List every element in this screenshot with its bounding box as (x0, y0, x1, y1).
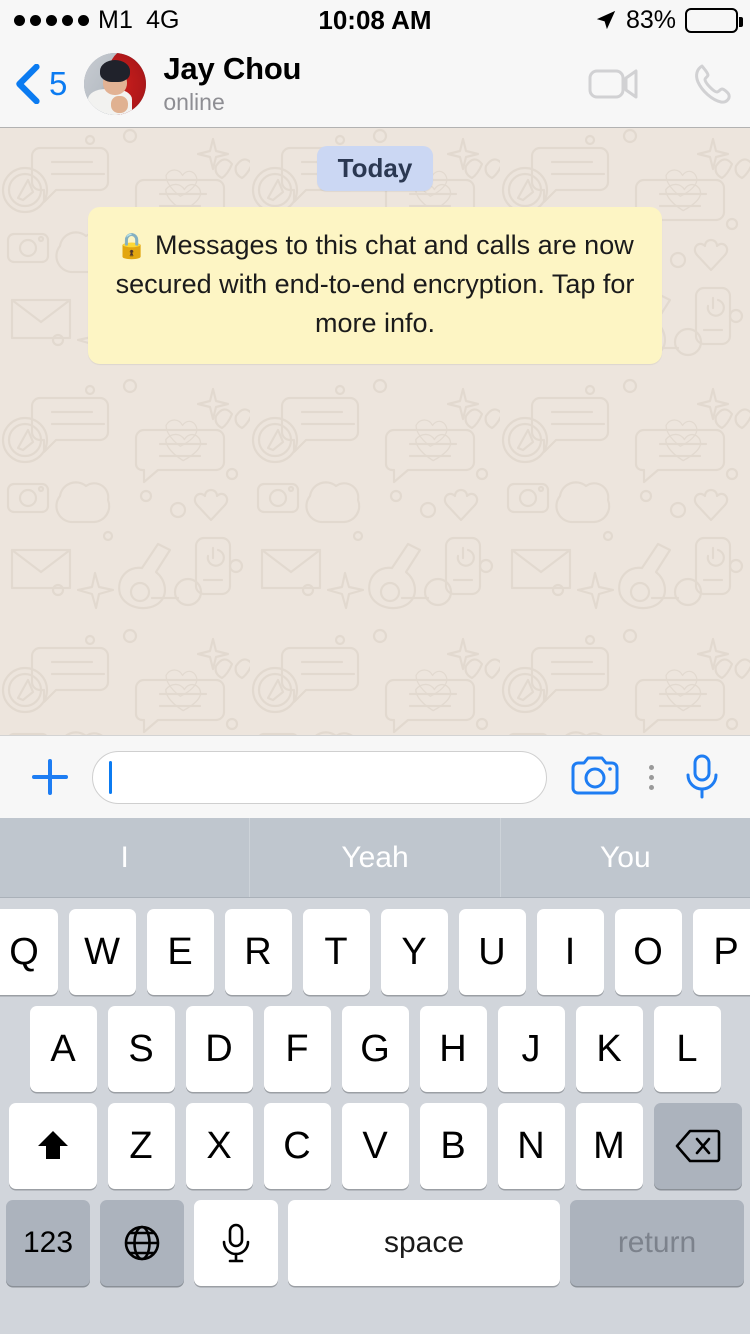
key-u[interactable]: U (458, 909, 526, 995)
suggestion-1[interactable]: Yeah (249, 818, 499, 897)
key-i[interactable]: I (536, 909, 604, 995)
status-bar-right: 83% (595, 5, 743, 35)
key-j[interactable]: J (497, 1006, 565, 1092)
shift-up-arrow-icon (37, 1131, 68, 1159)
chat-message-area: Today 🔒 Messages to this chat and calls … (0, 128, 750, 735)
message-input-bar (0, 735, 750, 818)
keyboard-row-1: QWERTYUIOP (0, 909, 750, 995)
key-w[interactable]: W (68, 909, 136, 995)
predictive-suggestions-bar: I Yeah You (0, 818, 750, 898)
video-camera-icon[interactable] (588, 66, 640, 102)
suggestion-2[interactable]: You (499, 818, 750, 897)
phone-icon[interactable] (692, 63, 732, 105)
numeric-key[interactable]: 123 (6, 1200, 90, 1286)
key-s[interactable]: S (107, 1006, 175, 1092)
battery-percent-label: 83% (625, 5, 676, 34)
text-cursor (109, 760, 112, 794)
chevron-left-icon (16, 63, 40, 104)
key-t[interactable]: T (302, 909, 370, 995)
key-k[interactable]: K (575, 1006, 643, 1092)
space-key[interactable]: space (288, 1200, 560, 1286)
encryption-notice-bubble[interactable]: 🔒 Messages to this chat and calls are no… (88, 207, 662, 364)
shift-key[interactable] (8, 1103, 97, 1189)
encryption-notice-text: Messages to this chat and calls are now … (115, 230, 635, 338)
key-r[interactable]: R (224, 909, 292, 995)
key-x[interactable]: X (185, 1103, 253, 1189)
key-a[interactable]: A (29, 1006, 97, 1092)
camera-icon (571, 756, 619, 795)
back-button[interactable]: 5 (14, 63, 68, 104)
language-key[interactable] (100, 1200, 184, 1286)
return-key[interactable]: return (570, 1200, 744, 1286)
day-divider-label: Today (316, 146, 434, 191)
contact-avatar[interactable] (84, 52, 147, 115)
key-n[interactable]: N (497, 1103, 565, 1189)
key-g[interactable]: G (341, 1006, 409, 1092)
plus-icon (32, 759, 68, 795)
dictation-key[interactable] (194, 1200, 278, 1286)
key-o[interactable]: O (614, 909, 682, 995)
message-input-field[interactable] (92, 750, 547, 804)
chat-header: 5 Jay Chou online (0, 40, 750, 128)
suggestion-0[interactable]: I (0, 818, 249, 897)
voice-message-button[interactable] (672, 753, 732, 801)
keyboard-row-2: ASDFGHJKL (0, 1006, 750, 1092)
backspace-delete-icon (675, 1129, 720, 1163)
lock-icon: 🔒 (116, 232, 148, 260)
key-e[interactable]: E (146, 909, 214, 995)
key-b[interactable]: B (419, 1103, 487, 1189)
header-actions (588, 63, 732, 105)
phone-screen: M1 4G 10:08 AM 83% 5 Jay Chou online Tod… (0, 0, 750, 1334)
battery-icon (685, 7, 743, 33)
key-p[interactable]: P (692, 909, 750, 995)
more-options-button[interactable] (637, 764, 666, 790)
microphone-icon (686, 754, 718, 799)
key-f[interactable]: F (263, 1006, 331, 1092)
onscreen-keyboard: I Yeah You QWERTYUIOP ASDFGHJKL ZXCVBNM … (0, 818, 750, 1334)
contact-name: Jay Chou (163, 51, 302, 87)
key-z[interactable]: Z (107, 1103, 175, 1189)
encryption-notice-row: 🔒 Messages to this chat and calls are no… (0, 191, 750, 364)
key-d[interactable]: D (185, 1006, 253, 1092)
camera-button[interactable] (559, 756, 631, 798)
keyboard-row-3: ZXCVBNM (0, 1103, 750, 1189)
key-y[interactable]: Y (380, 909, 448, 995)
input-bar-actions (559, 753, 732, 801)
attach-button[interactable] (22, 755, 78, 799)
delete-key[interactable] (653, 1103, 742, 1189)
key-h[interactable]: H (419, 1006, 487, 1092)
key-l[interactable]: L (653, 1006, 721, 1092)
contact-info[interactable]: Jay Chou online (163, 52, 301, 114)
unread-count-badge: 5 (49, 64, 68, 102)
globe-language-icon (124, 1225, 160, 1261)
key-q[interactable]: Q (0, 909, 58, 995)
day-divider: Today (0, 128, 750, 191)
contact-status: online (163, 88, 225, 115)
key-c[interactable]: C (263, 1103, 331, 1189)
microphone-icon (222, 1223, 250, 1263)
key-v[interactable]: V (341, 1103, 409, 1189)
key-m[interactable]: M (575, 1103, 643, 1189)
keyboard-row-4: 123 space return (0, 1200, 750, 1286)
location-arrow-icon (596, 10, 616, 30)
status-bar: M1 4G 10:08 AM 83% (0, 0, 750, 40)
